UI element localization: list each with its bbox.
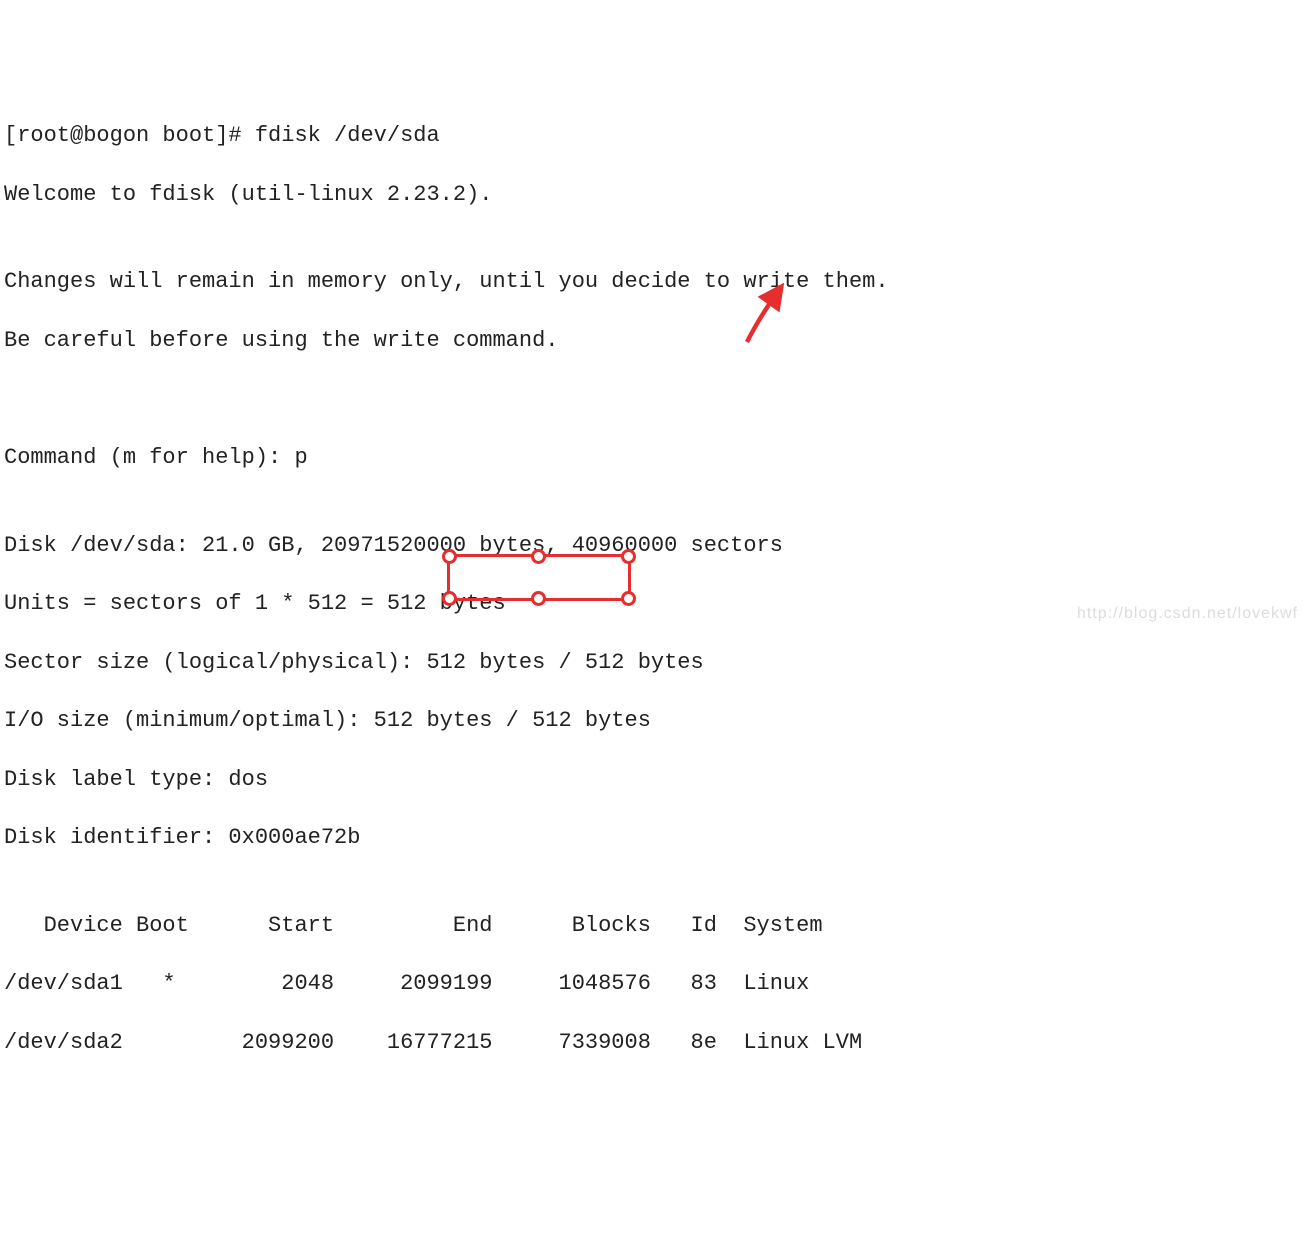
terminal-line: Disk /dev/sda: 21.0 GB, 20971520000 byte…: [4, 531, 1304, 560]
terminal-line: Welcome to fdisk (util-linux 2.23.2).: [4, 180, 1304, 209]
terminal-line: Device Boot Start End Blocks Id System: [4, 911, 1304, 940]
terminal-line: /dev/sda1 * 2048 2099199 1048576 83 Linu…: [4, 969, 1304, 998]
terminal-line: [root@bogon boot]# fdisk /dev/sda: [4, 121, 1304, 150]
terminal-line: Disk label type: dos: [4, 765, 1304, 794]
terminal-line: Disk identifier: 0x000ae72b: [4, 823, 1304, 852]
terminal-line: Command (m for help): p: [4, 443, 1304, 472]
terminal-line: Be careful before using the write comman…: [4, 326, 1304, 355]
terminal-line: I/O size (minimum/optimal): 512 bytes / …: [4, 706, 1304, 735]
terminal-line: /dev/sda2 2099200 16777215 7339008 8e Li…: [4, 1028, 1304, 1057]
watermark-text: http://blog.csdn.net/lovekwf: [1077, 603, 1298, 624]
terminal-line: Sector size (logical/physical): 512 byte…: [4, 648, 1304, 677]
terminal-line: Changes will remain in memory only, unti…: [4, 267, 1304, 296]
